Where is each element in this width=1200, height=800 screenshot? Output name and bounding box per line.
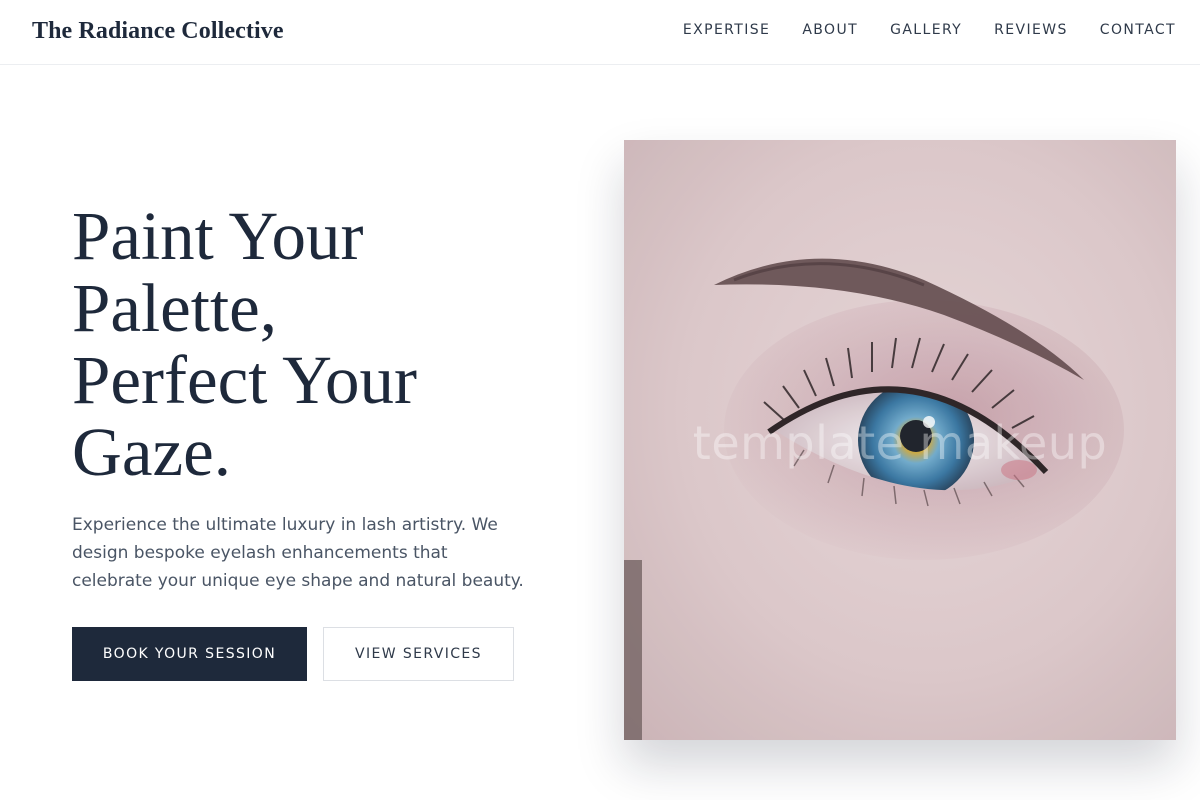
nav-item-contact[interactable]: CONTACT bbox=[1100, 22, 1176, 38]
brand-logo[interactable]: The Radiance Collective bbox=[32, 18, 284, 45]
hero-title-line: Paint Your bbox=[72, 198, 364, 274]
hero-eye-image: template makeup bbox=[624, 140, 1176, 740]
image-watermark: template makeup bbox=[692, 416, 1108, 470]
nav-item-gallery[interactable]: GALLERY bbox=[890, 22, 962, 38]
hero-title-line: Perfect Your bbox=[72, 342, 417, 418]
site-header: The Radiance Collective EXPERTISE ABOUT … bbox=[0, 0, 1200, 65]
nav-item-expertise[interactable]: EXPERTISE bbox=[683, 22, 770, 38]
hero-title: Paint Your Palette, Perfect Your Gaze. bbox=[72, 200, 542, 488]
book-session-button[interactable]: BOOK YOUR SESSION bbox=[72, 627, 307, 681]
nav-item-reviews[interactable]: REVIEWS bbox=[994, 22, 1068, 38]
hero-title-line: Gaze. bbox=[72, 414, 231, 490]
hero-description: Experience the ultimate luxury in lash a… bbox=[72, 515, 524, 591]
main-nav: EXPERTISE ABOUT GALLERY REVIEWS CONTACT bbox=[683, 22, 1176, 38]
view-services-button[interactable]: VIEW SERVICES bbox=[323, 627, 514, 681]
nav-item-about[interactable]: ABOUT bbox=[802, 22, 858, 38]
hero-title-line: Palette, bbox=[72, 270, 278, 346]
